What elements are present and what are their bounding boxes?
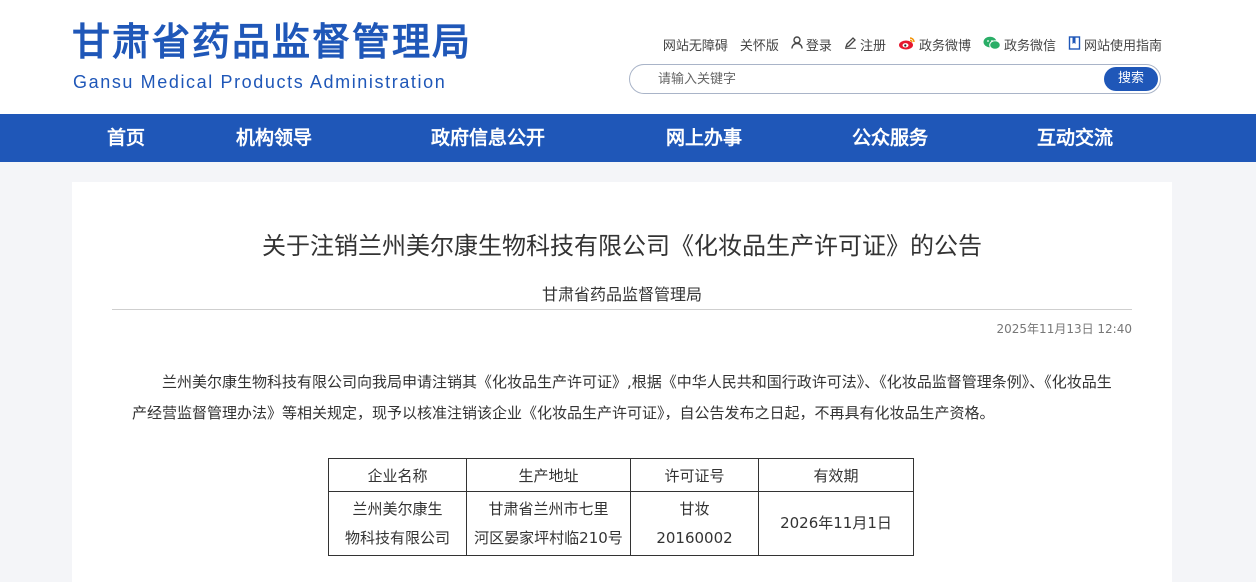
table-row: 兰州美尔康生 物科技有限公司 甘肃省兰州市七里 河区晏家坪村临210号 甘妆 2… [328,491,914,556]
site-header: 甘肃省药品监督管理局 Gansu Medical Products Admini… [0,0,1256,114]
nav-item-interaction[interactable]: 互动交流 [1037,114,1113,162]
table-header-row: 企业名称 生产地址 许可证号 有效期 [328,458,914,492]
wechat-link[interactable]: 政务微信 [983,35,1056,54]
search-button[interactable]: 搜索 [1104,67,1158,91]
register-link[interactable]: 注册 [844,35,886,54]
weibo-link-label: 政务微博 [918,39,971,54]
article-card: 关于注销兰州美尔康生物科技有限公司《化妆品生产许可证》的公告 甘肃省药品监督管理… [72,182,1172,582]
title-divider [112,309,1132,310]
header-address: 生产地址 [466,458,631,492]
accessibility-link-label: 网站无障碍 [662,39,728,54]
pencil-icon [844,36,857,53]
user-icon [791,36,803,53]
site-logo-chinese[interactable]: 甘肃省药品监督管理局 [72,20,472,64]
nav-item-leadership[interactable]: 机构领导 [236,114,312,162]
weibo-icon [898,36,916,54]
guide-book-icon [1068,35,1081,54]
main-nav: 首页 机构领导 政府信息公开 网上办事 公众服务 互动交流 [0,114,1256,162]
publish-date: 2025年11月13日 12:40 [996,322,1132,336]
cell-license: 甘妆 20160002 [630,491,759,556]
cell-license-line1: 甘妆 [679,499,710,518]
nav-item-home[interactable]: 首页 [107,114,145,162]
site-logo-english[interactable]: Gansu Medical Products Administration [73,72,446,93]
login-link-label: 登录 [805,39,832,54]
article-source: 甘肃省药品监督管理局 [541,285,702,304]
wechat-icon [983,36,1001,54]
care-mode-link-label: 关怀版 [739,39,779,54]
nav-item-online-services[interactable]: 网上办事 [666,114,742,162]
header-license: 许可证号 [630,458,759,492]
cell-address: 甘肃省兰州市七里 河区晏家坪村临210号 [466,491,631,556]
search-input[interactable] [658,69,1078,89]
register-link-label: 注册 [859,39,886,54]
header-company: 企业名称 [328,458,467,492]
wechat-link-label: 政务微信 [1003,39,1056,54]
cell-address-line2: 河区晏家坪村临210号 [474,528,623,547]
login-link[interactable]: 登录 [791,35,832,54]
guide-link[interactable]: 网站使用指南 [1068,35,1162,54]
guide-link-label: 网站使用指南 [1083,39,1162,54]
article-body: 兰州美尔康生物科技有限公司向我局申请注销其《化妆品生产许可证》,根据《中华人民共… [132,373,1112,422]
cell-validity: 2026年11月1日 [758,491,914,556]
license-table: 企业名称 生产地址 许可证号 有效期 兰州美尔康生 物科技有限公司 甘肃省兰州市… [328,458,914,556]
care-mode-link[interactable]: 关怀版 [740,35,779,54]
cell-address-line1: 甘肃省兰州市七里 [488,499,609,518]
cell-license-line2: 20160002 [656,528,733,547]
top-links: 网站无障碍 关怀版 登录 注册 政务微博 政务微信 网站使用指南 [663,35,1162,54]
nav-item-gov-info[interactable]: 政府信息公开 [431,114,545,162]
search-box: 搜索 [629,64,1161,94]
header-validity: 有效期 [758,458,914,492]
accessibility-link[interactable]: 网站无障碍 [663,35,728,54]
cell-company: 兰州美尔康生 物科技有限公司 [328,491,467,556]
cell-company-line2: 物科技有限公司 [344,528,450,547]
cell-company-line1: 兰州美尔康生 [352,499,443,518]
weibo-link[interactable]: 政务微博 [898,35,971,54]
article-title: 关于注销兰州美尔康生物科技有限公司《化妆品生产许可证》的公告 [262,232,982,260]
nav-item-public-services[interactable]: 公众服务 [852,114,928,162]
